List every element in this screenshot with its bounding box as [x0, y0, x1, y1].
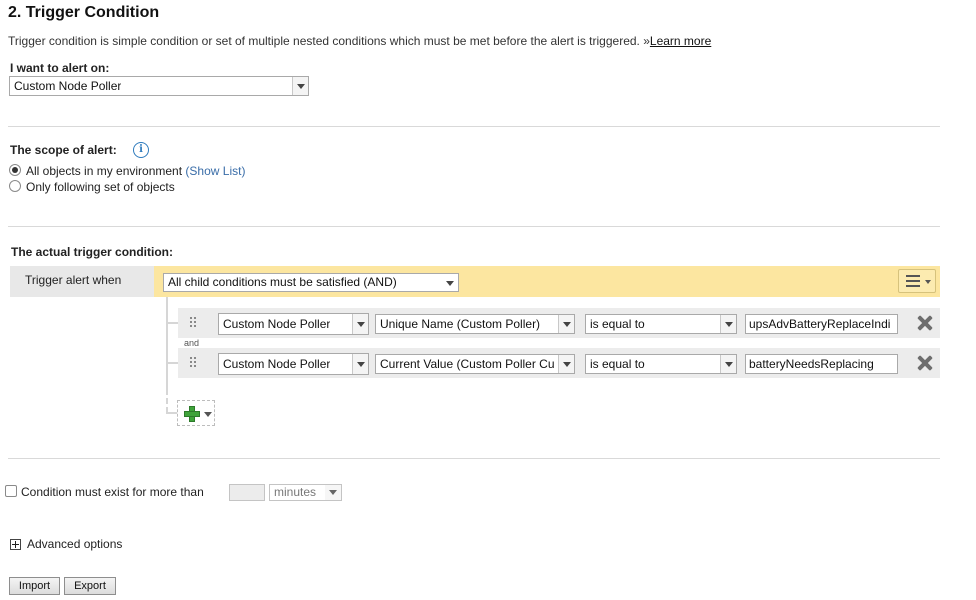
- trigger-when-box: Trigger alert when: [10, 266, 154, 297]
- add-condition-button[interactable]: [177, 400, 215, 426]
- section-title: 2. Trigger Condition: [8, 4, 160, 21]
- advanced-options-toggle[interactable]: Advanced options: [27, 537, 122, 551]
- chevron-down-icon: [352, 354, 368, 374]
- group-logic-value: All child conditions must be satisfied (…: [168, 275, 397, 289]
- scope-option-all-label: All objects in my environment: [26, 164, 183, 178]
- divider: [8, 226, 940, 227]
- group-menu-button[interactable]: [898, 269, 936, 293]
- condition-operator-select[interactable]: is equal to: [585, 314, 737, 334]
- tree-line-dashed: [166, 389, 168, 413]
- condition-object-value: Custom Node Poller: [223, 357, 331, 371]
- duration-unit-value: minutes: [274, 485, 317, 499]
- scope-radio-all[interactable]: [9, 164, 21, 176]
- tree-branch: [166, 362, 178, 364]
- import-button[interactable]: Import: [9, 577, 60, 595]
- condition-operator-value: is equal to: [590, 357, 645, 371]
- chevron-down-icon: [720, 315, 736, 333]
- chevron-down-icon: [292, 77, 308, 95]
- divider: [8, 458, 940, 459]
- expand-icon[interactable]: [10, 539, 21, 550]
- delete-condition-icon[interactable]: [917, 315, 933, 331]
- export-button[interactable]: Export: [64, 577, 116, 595]
- chevron-down-icon: [204, 412, 212, 417]
- condition-object-select[interactable]: Custom Node Poller: [218, 313, 369, 335]
- condition-value-input[interactable]: upsAdvBatteryReplaceIndi: [745, 314, 898, 334]
- trigger-when-label: Trigger alert when: [25, 273, 122, 287]
- duration-unit-select[interactable]: minutes: [269, 484, 342, 501]
- condition-operator-select[interactable]: is equal to: [585, 354, 737, 374]
- delete-condition-icon[interactable]: [917, 355, 933, 371]
- learn-more-link[interactable]: Learn more: [650, 34, 711, 48]
- drag-handle-icon[interactable]: [190, 357, 198, 369]
- learn-more-prefix: »: [643, 34, 650, 48]
- chevron-down-icon: [352, 314, 368, 334]
- condition-field-value: Current Value (Custom Poller Cu: [380, 357, 555, 371]
- duration-checkbox[interactable]: [5, 485, 17, 497]
- scope-radio-following[interactable]: [9, 180, 21, 192]
- tree-branch-dashed: [166, 412, 177, 414]
- chevron-down-icon: [558, 315, 574, 333]
- condition-object-value: Custom Node Poller: [223, 317, 331, 331]
- divider: [8, 126, 940, 127]
- condition-field-value: Unique Name (Custom Poller): [380, 317, 541, 331]
- section-description: Trigger condition is simple condition or…: [8, 34, 711, 48]
- chevron-down-icon: [442, 274, 458, 291]
- condition-object-select[interactable]: Custom Node Poller: [218, 353, 369, 375]
- duration-label: Condition must exist for more than: [21, 485, 204, 499]
- scope-option-following-label: Only following set of objects: [26, 180, 175, 194]
- drag-handle-icon[interactable]: [190, 317, 198, 329]
- chevron-down-icon: [925, 280, 931, 284]
- trigger-condition-label: The actual trigger condition:: [11, 245, 174, 259]
- condition-operator-value: is equal to: [590, 317, 645, 331]
- group-logic-select[interactable]: All child conditions must be satisfied (…: [163, 273, 459, 292]
- condition-value-input[interactable]: batteryNeedsReplacing: [745, 354, 898, 374]
- scope-label: The scope of alert:: [10, 143, 117, 157]
- condition-field-select[interactable]: Unique Name (Custom Poller): [375, 314, 575, 334]
- hamburger-icon: [906, 275, 920, 287]
- plus-icon: [184, 406, 200, 422]
- tree-line: [166, 297, 168, 389]
- alert-on-select[interactable]: Custom Node Poller: [9, 76, 309, 96]
- description-text: Trigger condition is simple condition or…: [8, 34, 640, 48]
- chevron-down-icon: [720, 355, 736, 373]
- chevron-down-icon: [325, 485, 341, 500]
- info-icon[interactable]: i: [133, 142, 149, 158]
- connector-label: and: [184, 338, 200, 348]
- duration-input[interactable]: [229, 484, 265, 501]
- condition-field-select[interactable]: Current Value (Custom Poller Cu: [375, 354, 575, 374]
- alert-on-value: Custom Node Poller: [14, 79, 122, 93]
- show-list-link[interactable]: (Show List): [185, 164, 245, 178]
- scope-option-all: All objects in my environment (Show List…: [26, 164, 245, 178]
- alert-on-label: I want to alert on:: [10, 61, 110, 75]
- tree-branch: [166, 322, 178, 324]
- chevron-down-icon: [558, 355, 574, 373]
